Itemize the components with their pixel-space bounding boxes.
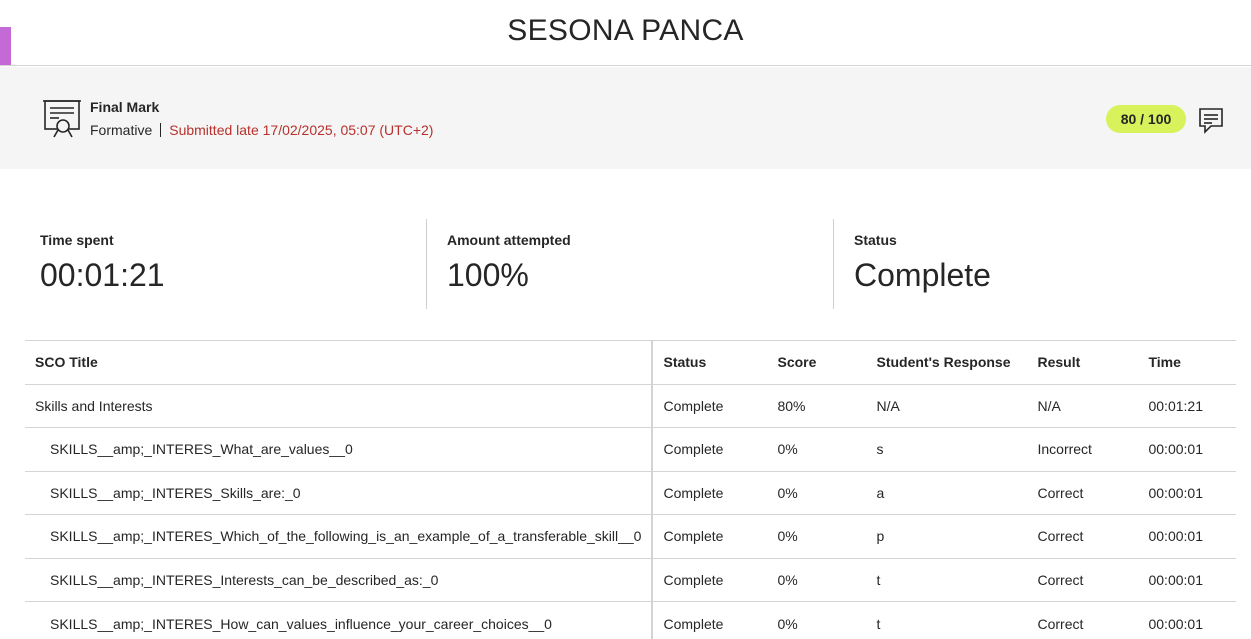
cell-score: 0% [767, 601, 867, 639]
cell-time: 00:00:01 [1138, 514, 1236, 558]
cell-status: Complete [652, 557, 768, 602]
cell-time: 00:01:21 [1138, 383, 1236, 428]
table-header-row: SCO Title Status Score Student's Respons… [25, 340, 1236, 384]
summary-stats: Time spent 00:01:21 Amount attempted 100… [0, 219, 1251, 309]
column-header-sco-title: SCO Title [25, 340, 654, 384]
column-header-time: Time [1138, 340, 1236, 384]
cell-time: 00:00:01 [1138, 427, 1236, 471]
table-row: SKILLS__amp;_INTERES_Interests_can_be_de… [25, 557, 1236, 602]
cell-response: a [866, 470, 1028, 515]
table-row: Skills and Interests Complete 80% N/A N/… [25, 383, 1236, 428]
stat-value: 00:01:21 [40, 257, 165, 293]
cell-result: Correct [1027, 601, 1139, 639]
cell-score: 0% [767, 557, 867, 602]
submission-status: Submitted late 17/02/2025, 05:07 (UTC+2) [169, 122, 434, 138]
grade-score-pill[interactable]: 80 / 100 [1106, 105, 1186, 133]
cell-response: N/A [866, 383, 1028, 428]
table-row: SKILLS__amp;_INTERES_Which_of_the_follow… [25, 514, 1236, 558]
cell-response: t [866, 601, 1028, 639]
cell-score: 80% [767, 383, 867, 428]
grade-type: Formative [90, 122, 153, 138]
stat-label: Status [854, 232, 897, 248]
cell-status: Complete [652, 601, 768, 639]
table-row: SKILLS__amp;_INTERES_Skills_are:_0 Compl… [25, 470, 1236, 515]
cell-status: Complete [652, 383, 768, 428]
cell-sco-title: SKILLS__amp;_INTERES_How_can_values_infl… [25, 601, 654, 639]
feedback-comment-icon[interactable] [1198, 107, 1224, 135]
cell-score: 0% [767, 470, 867, 515]
table-row: SKILLS__amp;_INTERES_What_are_values__0 … [25, 427, 1236, 471]
cell-time: 00:00:01 [1138, 601, 1236, 639]
stat-value: 100% [447, 257, 529, 293]
divider [833, 219, 834, 309]
grade-subtitle: Formative Submitted late 17/02/2025, 05:0… [90, 122, 433, 138]
top-bar: SESONA PANCA [0, 0, 1251, 66]
sco-table: SCO Title Status Score Student's Respons… [25, 340, 1236, 639]
cell-score: 0% [767, 514, 867, 558]
cell-result: Correct [1027, 557, 1139, 602]
cell-result: Correct [1027, 470, 1139, 515]
stat-label: Amount attempted [447, 232, 571, 248]
cell-status: Complete [652, 514, 768, 558]
cell-result: Correct [1027, 514, 1139, 558]
column-header-response: Student's Response [866, 340, 1028, 384]
cell-sco-title: SKILLS__amp;_INTERES_Which_of_the_follow… [25, 514, 654, 558]
divider [426, 219, 427, 309]
stat-label: Time spent [40, 232, 114, 248]
cell-time: 00:00:01 [1138, 557, 1236, 602]
certificate-icon [43, 100, 81, 138]
table-row: SKILLS__amp;_INTERES_How_can_values_infl… [25, 601, 1236, 639]
divider [160, 123, 162, 137]
grade-panel: Final Mark Formative Submitted late 17/02… [0, 67, 1251, 169]
cell-result: Incorrect [1027, 427, 1139, 471]
cell-response: s [866, 427, 1028, 471]
cell-sco-title: SKILLS__amp;_INTERES_What_are_values__0 [25, 427, 654, 471]
cell-sco-title: Skills and Interests [25, 383, 654, 428]
stat-value: Complete [854, 257, 991, 293]
cell-sco-title: SKILLS__amp;_INTERES_Interests_can_be_de… [25, 557, 654, 602]
cell-status: Complete [652, 470, 768, 515]
cell-time: 00:00:01 [1138, 470, 1236, 515]
column-header-status: Status [652, 340, 768, 384]
column-header-score: Score [767, 340, 867, 384]
cell-score: 0% [767, 427, 867, 471]
grade-title: Final Mark [90, 99, 160, 115]
cell-result: N/A [1027, 383, 1139, 428]
cell-sco-title: SKILLS__amp;_INTERES_Skills_are:_0 [25, 470, 654, 515]
column-header-result: Result [1027, 340, 1139, 384]
page-title: SESONA PANCA [507, 14, 744, 47]
cell-response: p [866, 514, 1028, 558]
cell-status: Complete [652, 427, 768, 471]
cell-response: t [866, 557, 1028, 602]
